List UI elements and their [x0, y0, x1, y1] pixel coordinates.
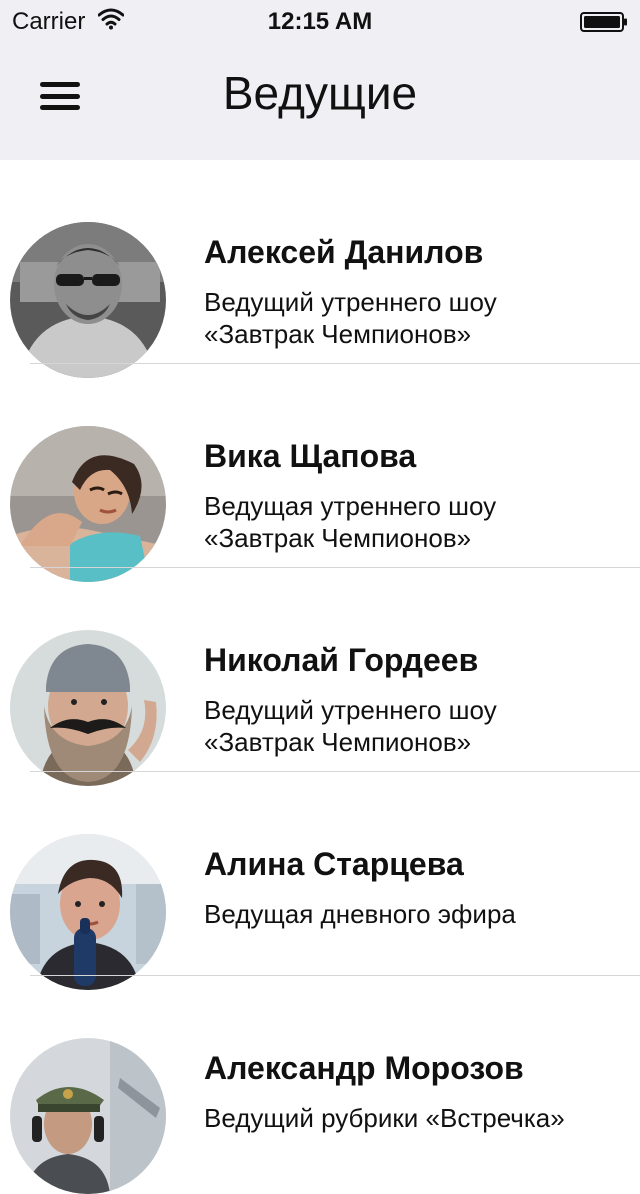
list-item[interactable]: Алина Старцева Ведущая дневного эфира: [0, 772, 640, 990]
page-title: Ведущие: [222, 67, 418, 119]
hosts-list: Алексей Данилов Ведущий утреннего шоу «З…: [0, 160, 640, 1194]
host-role: Ведущая утреннего шоу «Завтрак Чемпионов…: [204, 491, 497, 553]
avatar: [10, 834, 166, 990]
list-item[interactable]: Алексей Данилов Ведущий утреннего шоу «З…: [0, 160, 640, 378]
host-role: Ведущий рубрики «Встречка»: [204, 1103, 565, 1133]
host-role: Ведущий утреннего шоу «Завтрак Чемпионов…: [204, 695, 497, 757]
host-role: Ведущий утреннего шоу «Завтрак Чемпионов…: [204, 287, 497, 349]
list-item[interactable]: Николай Гордеев Ведущий утреннего шоу «З…: [0, 568, 640, 786]
host-name: Вика Щапова: [204, 438, 417, 474]
list-item[interactable]: Вика Щапова Ведущая утреннего шоу «Завтр…: [0, 364, 640, 582]
avatar: [10, 426, 166, 582]
avatar: [10, 630, 166, 786]
avatar: [10, 222, 166, 378]
host-name: Алексей Данилов: [204, 234, 484, 270]
host-name: Николай Гордеев: [204, 642, 479, 678]
avatar: [10, 1038, 166, 1194]
list-item[interactable]: Александр Морозов Ведущий рубрики «Встре…: [0, 976, 640, 1194]
host-name: Александр Морозов: [204, 1050, 524, 1086]
navigation-bar: Ведущие: [0, 40, 640, 160]
status-bar: Carrier 12:15 AM: [0, 0, 640, 40]
battery-icon: [580, 12, 627, 32]
host-name: Алина Старцева: [204, 846, 464, 882]
host-role: Ведущая дневного эфира: [204, 899, 516, 929]
clock: 12:15 AM: [267, 8, 373, 35]
